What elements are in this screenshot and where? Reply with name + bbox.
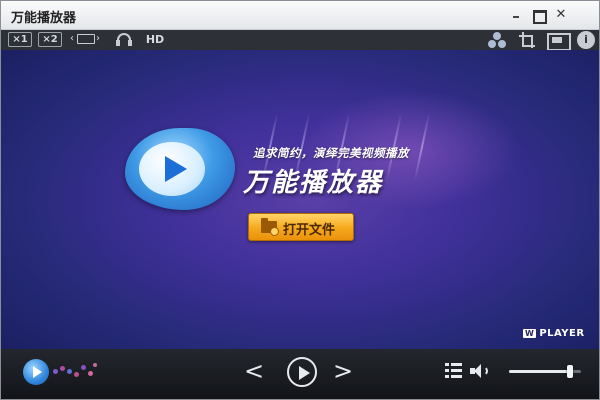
open-file-button[interactable]: 打开文件 bbox=[248, 213, 354, 241]
info-icon[interactable]: i bbox=[577, 31, 595, 49]
maximize-button[interactable] bbox=[529, 6, 547, 24]
watermark-logo: W PLAYER bbox=[523, 328, 585, 339]
toolbar: ×1 ×2 ‹ › HD i bbox=[1, 30, 599, 51]
player-logo bbox=[125, 128, 235, 210]
open-file-label: 打开文件 bbox=[283, 223, 336, 238]
window-title: 万能播放器 bbox=[11, 11, 77, 26]
volume-icon[interactable] bbox=[470, 363, 490, 379]
zoom-2x-button[interactable]: ×2 bbox=[38, 32, 62, 47]
brand-title: 万能播放器 bbox=[243, 168, 384, 198]
play-button[interactable] bbox=[287, 357, 317, 387]
next-button[interactable]: > bbox=[333, 357, 353, 385]
app-logo-icon[interactable] bbox=[23, 359, 49, 385]
volume-slider[interactable] bbox=[509, 365, 581, 378]
chevron-left-icon: ‹ bbox=[70, 33, 74, 44]
previous-button[interactable]: < bbox=[244, 357, 264, 385]
minimize-button[interactable] bbox=[507, 6, 525, 24]
playlist-icon[interactable] bbox=[445, 363, 463, 379]
title-bar[interactable]: 万能播放器 ✕ bbox=[1, 1, 599, 30]
fullscreen-icon[interactable] bbox=[546, 31, 571, 51]
crop-icon[interactable] bbox=[519, 31, 537, 49]
volume-knob[interactable] bbox=[567, 365, 574, 378]
control-bar: < > bbox=[1, 349, 599, 399]
close-button[interactable]: ✕ bbox=[552, 6, 570, 24]
folder-open-icon bbox=[261, 218, 279, 236]
share-icon[interactable] bbox=[488, 31, 506, 49]
zoom-1x-button[interactable]: ×1 bbox=[8, 32, 32, 47]
player-window: 万能播放器 ✕ ×1 ×2 ‹ › HD i 追求简约，演绎完美视频播放 万能播… bbox=[0, 0, 600, 400]
chevron-right-icon: › bbox=[96, 33, 100, 44]
hd-button[interactable]: HD bbox=[144, 32, 166, 47]
slogan-text: 追求简约，演绎完美视频播放 bbox=[253, 146, 409, 160]
play-logo-icon bbox=[165, 156, 187, 182]
volume-fill bbox=[509, 370, 571, 373]
fit-width-button[interactable]: ‹ › bbox=[69, 32, 105, 47]
headphones-button[interactable] bbox=[114, 32, 134, 47]
fit-width-icon bbox=[77, 34, 95, 44]
video-area[interactable]: 追求简约，演绎完美视频播放 万能播放器 打开文件 W PLAYER bbox=[1, 50, 599, 349]
